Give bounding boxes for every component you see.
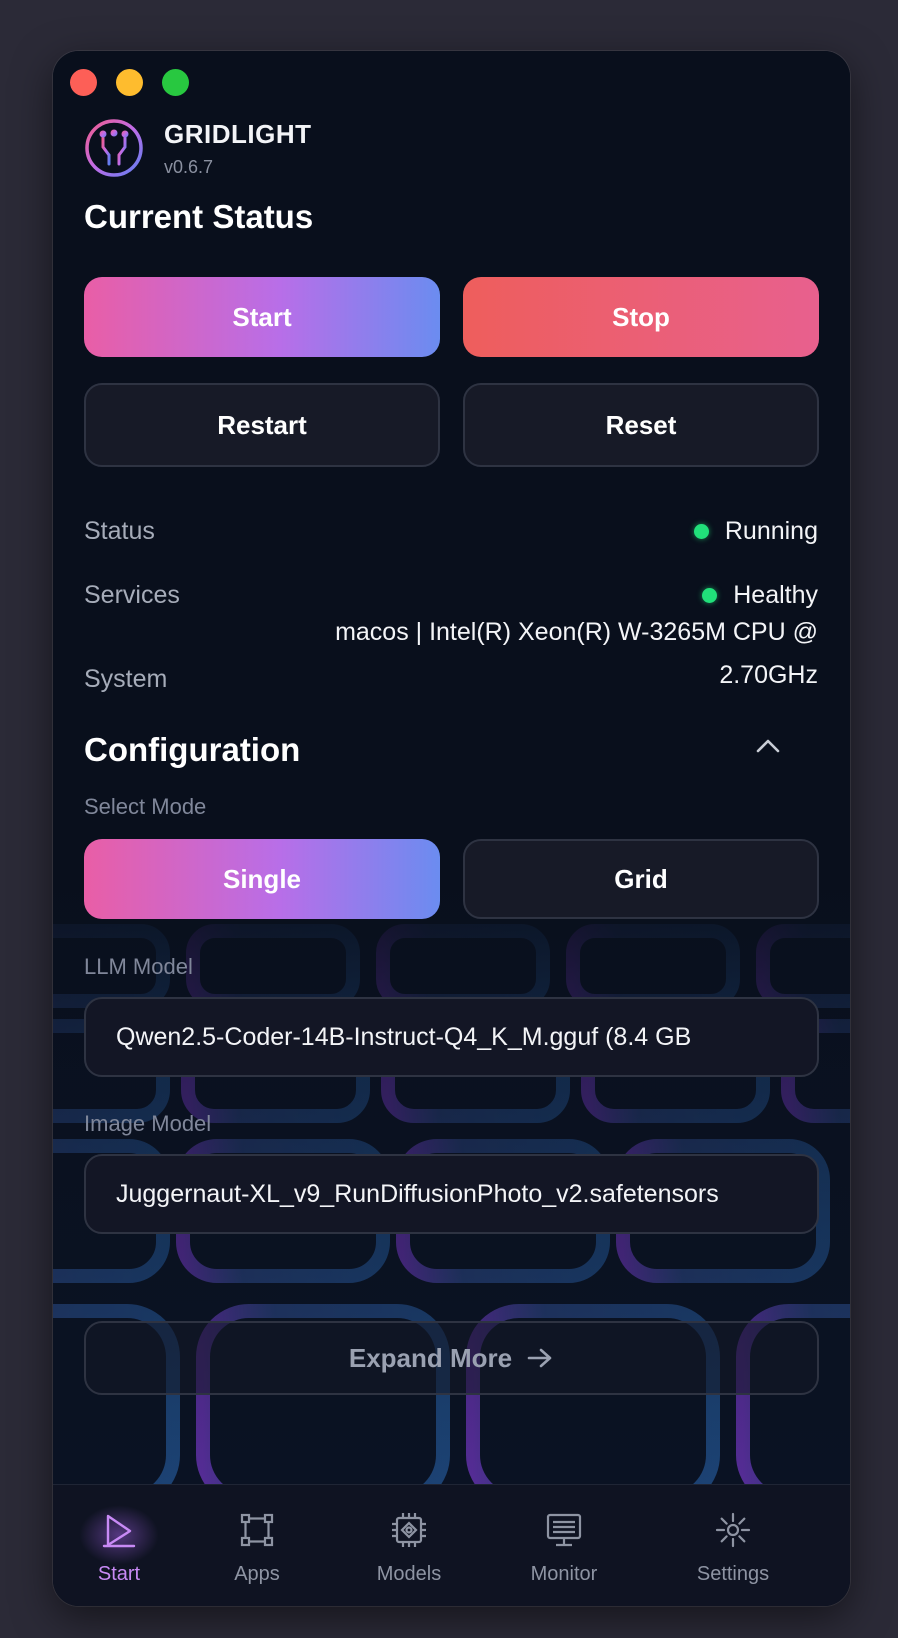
expand-more-button[interactable]: Expand More: [84, 1321, 819, 1395]
tab-models[interactable]: Models: [349, 1485, 469, 1606]
image-model-select[interactable]: Juggernaut-XL_v9_RunDiffusionPhoto_v2.sa…: [84, 1154, 819, 1234]
settings-icon: [715, 1512, 751, 1548]
restart-button[interactable]: Restart: [84, 383, 440, 467]
zoom-window-button[interactable]: [162, 69, 189, 96]
tab-monitor-label: Monitor: [530, 1563, 598, 1585]
tab-models-label: Models: [376, 1563, 442, 1585]
stop-button[interactable]: Stop: [463, 277, 819, 357]
image-model-label: Image Model: [84, 1111, 212, 1136]
mode-grid-button[interactable]: Grid: [463, 839, 819, 919]
expand-more-label: Expand More: [348, 1342, 513, 1373]
tab-apps[interactable]: Apps: [197, 1485, 317, 1606]
current-status-title: Current Status: [84, 198, 314, 235]
minimize-window-button[interactable]: [116, 69, 143, 96]
llm-model-label: LLM Model: [84, 954, 193, 979]
system-label: System: [84, 665, 168, 693]
services-value: Healthy: [702, 581, 818, 610]
tab-monitor[interactable]: Monitor: [504, 1485, 624, 1606]
services-label: Services: [84, 581, 180, 609]
system-value: macos | Intel(R) Xeon(R) W-3265M CPU @ 2…: [335, 618, 818, 689]
app-version: v0.6.7: [164, 157, 214, 177]
reset-button[interactable]: Reset: [463, 383, 819, 467]
services-indicator-dot: [702, 588, 718, 603]
apps-icon: [240, 1513, 274, 1547]
tab-start-label: Start: [97, 1563, 141, 1585]
window-content: GRIDLIGHT v0.6.7 Current Status Start St…: [53, 51, 850, 1606]
status-indicator-dot: [693, 524, 709, 539]
llm-model-select[interactable]: Qwen2.5-Coder-14B-Instruct-Q4_K_M.gguf (…: [84, 997, 819, 1077]
app-name: GRIDLIGHT: [164, 119, 312, 149]
configuration-title: Configuration: [84, 731, 301, 768]
tab-settings-label: Settings: [696, 1563, 770, 1585]
select-mode-label: Select Mode: [84, 794, 207, 819]
status-value: Running: [693, 517, 818, 546]
bottom-tab-bar: Start Apps Models Monitor Settings: [53, 1484, 850, 1606]
status-text: Running: [724, 517, 818, 545]
start-button[interactable]: Start: [84, 277, 440, 357]
app-window: GRIDLIGHT v0.6.7 Current Status Start St…: [53, 51, 850, 1606]
models-icon: [392, 1513, 426, 1547]
app-logo-icon: [85, 119, 143, 177]
tab-start[interactable]: Start: [59, 1485, 179, 1606]
chevron-up-icon[interactable]: [753, 731, 783, 761]
start-icon: [102, 1514, 136, 1548]
mode-single-button[interactable]: Single: [84, 839, 440, 919]
arrow-right-icon: [527, 1348, 552, 1368]
tab-apps-label: Apps: [234, 1563, 280, 1585]
close-window-button[interactable]: [70, 69, 97, 96]
tab-settings[interactable]: Settings: [673, 1485, 793, 1606]
services-text: Healthy: [733, 581, 818, 609]
status-label: Status: [84, 517, 155, 545]
monitor-icon: [546, 1513, 582, 1547]
